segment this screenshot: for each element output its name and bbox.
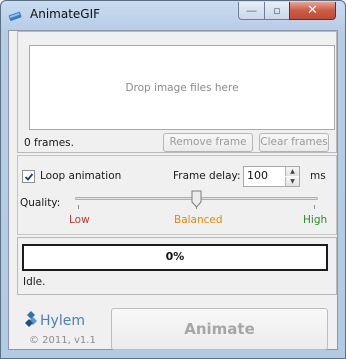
window-title: AnimateGIF <box>30 7 101 21</box>
close-button[interactable]: ✕ <box>289 2 336 20</box>
frames-group: Drop image files here 0 frames. Remove f… <box>17 31 337 153</box>
drop-placeholder: Drop image files here <box>125 81 239 94</box>
maximize-button[interactable]: ▫ <box>264 2 290 20</box>
title-bar[interactable]: AnimateGIF — ▫ ✕ <box>1 1 345 29</box>
app-window: AnimateGIF — ▫ ✕ Drop image files here 0… <box>0 0 346 359</box>
client-area: Drop image files here 0 frames. Remove f… <box>8 30 338 350</box>
minimize-button[interactable]: — <box>238 2 265 20</box>
settings-frame <box>17 155 337 235</box>
progress-text: 0% <box>165 250 185 263</box>
animate-button[interactable]: Animate <box>111 308 328 350</box>
status-text: Idle. <box>23 276 46 288</box>
progress-bar: 0% <box>22 244 328 271</box>
clear-frames-button[interactable]: Clear frames <box>259 133 329 152</box>
frame-count: 0 frames. <box>24 137 74 149</box>
remove-frame-button[interactable]: Remove frame <box>163 133 253 152</box>
logo-text: Hylem <box>40 313 85 329</box>
hylem-logo: Hylem <box>25 311 85 329</box>
app-icon <box>8 11 22 21</box>
drop-zone[interactable]: Drop image files here <box>29 45 335 130</box>
copyright-text: © 2011, v1.1 <box>29 335 96 346</box>
